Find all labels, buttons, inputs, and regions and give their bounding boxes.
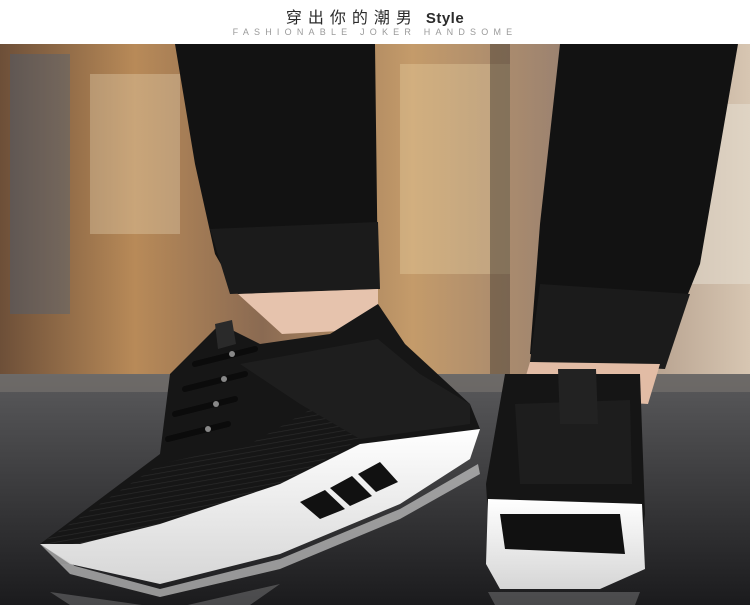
header-banner: 穿出你的潮男 Style FASHIONABLE JOKER HANDSOME [0, 0, 750, 44]
title-row: 穿出你的潮男 Style [0, 4, 750, 28]
product-photo [0, 44, 750, 605]
right-pant-cuff [530, 284, 690, 369]
title-chinese: 穿出你的潮男 [285, 8, 418, 27]
sneaker-photo-illustration [0, 44, 750, 605]
title-english: Style [425, 10, 465, 27]
subtitle: FASHIONABLE JOKER HANDSOME [232, 27, 518, 37]
left-pant-cuff [210, 222, 380, 294]
